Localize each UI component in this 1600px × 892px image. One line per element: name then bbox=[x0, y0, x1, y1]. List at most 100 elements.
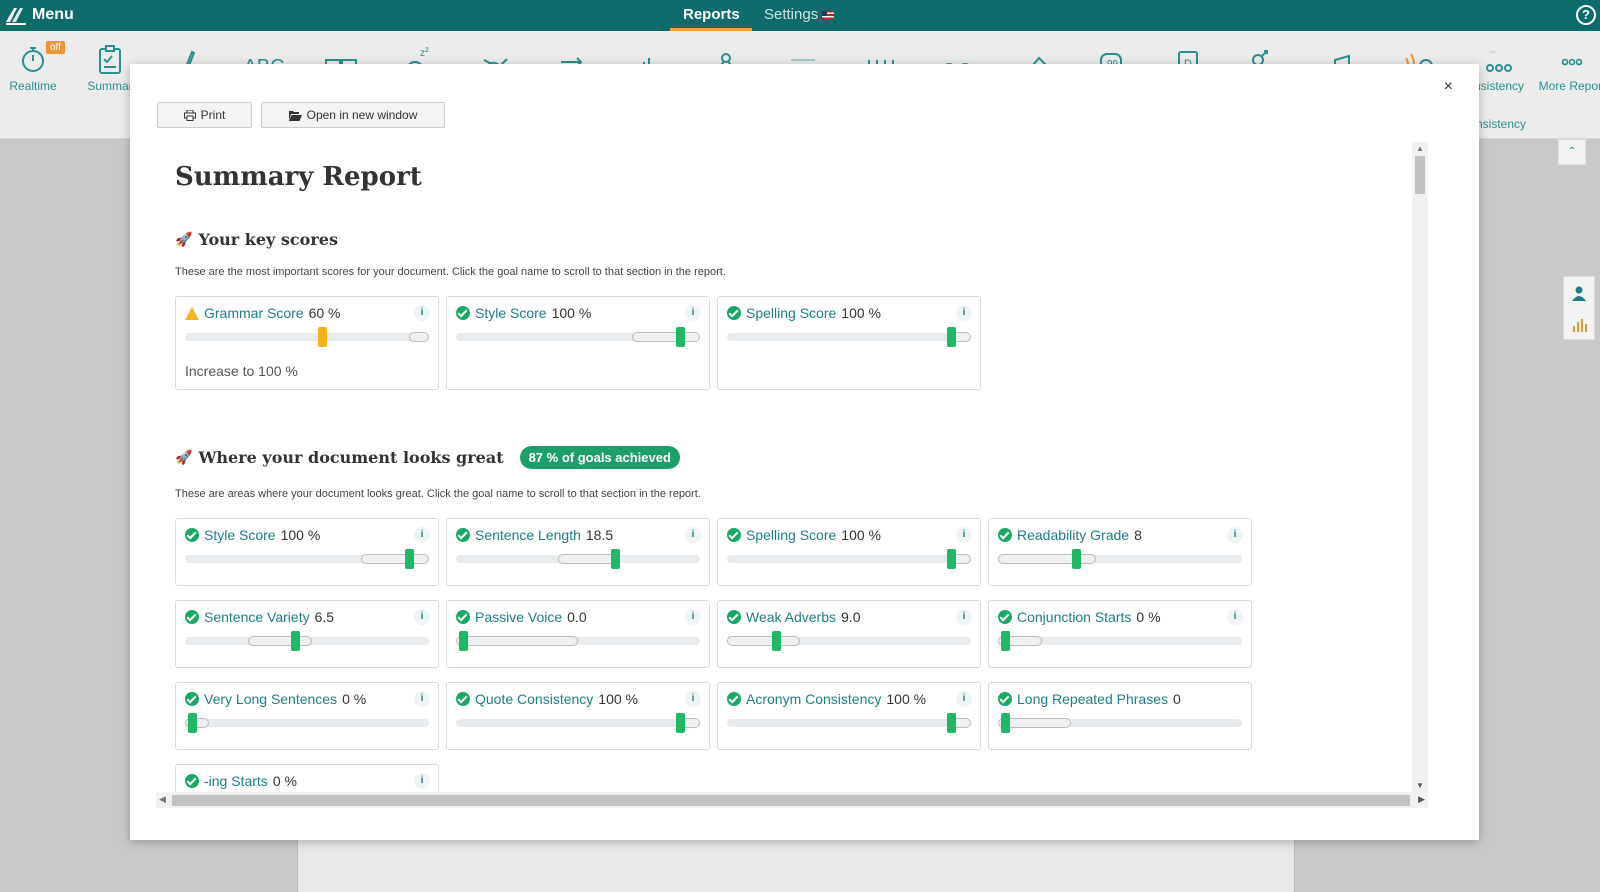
goal-card[interactable]: Sentence Variety 6.5 i bbox=[175, 600, 439, 668]
scroll-up-arrow-icon[interactable]: ▲ bbox=[1416, 144, 1424, 153]
goal-value: 100 % bbox=[841, 527, 881, 543]
horizontal-scroll-thumb[interactable] bbox=[172, 795, 1410, 806]
goal-name-link[interactable]: -ing Starts bbox=[204, 773, 268, 789]
goal-name-link[interactable]: Readability Grade bbox=[1017, 527, 1129, 543]
goal-target-range bbox=[409, 332, 429, 342]
goal-card[interactable]: Readability Grade 8 i bbox=[988, 518, 1252, 586]
goal-card[interactable]: Sentence Length 18.5 i bbox=[446, 518, 710, 586]
goal-card[interactable]: Conjunction Starts 0 % i bbox=[988, 600, 1252, 668]
goal-card[interactable]: Acronym Consistency 100 % i bbox=[717, 682, 981, 750]
scroll-right-arrow-icon[interactable]: ▶ bbox=[1418, 794, 1425, 805]
goal-value: 100 % bbox=[280, 527, 321, 543]
info-icon[interactable]: i bbox=[414, 305, 430, 321]
goal-slider-track bbox=[998, 549, 1242, 569]
goal-value: 0 % bbox=[1136, 609, 1161, 625]
open-in-new-window-button[interactable]: Open in new window bbox=[261, 102, 445, 128]
goal-slider-track bbox=[185, 713, 429, 733]
goal-card[interactable]: Spelling Score 100 % i bbox=[717, 518, 981, 586]
app-logo-icon[interactable] bbox=[4, 4, 28, 26]
info-icon[interactable]: i bbox=[1227, 609, 1243, 625]
info-icon[interactable]: i bbox=[685, 691, 701, 707]
goal-slider-knob bbox=[947, 549, 957, 569]
goal-slider-track bbox=[998, 713, 1242, 733]
print-button[interactable]: Print bbox=[157, 102, 252, 128]
info-icon[interactable]: i bbox=[685, 609, 701, 625]
goal-card[interactable]: Style Score 100 % i bbox=[175, 518, 439, 586]
goal-name-link[interactable]: Sentence Variety bbox=[204, 609, 310, 625]
info-icon[interactable]: i bbox=[414, 609, 430, 625]
info-icon[interactable]: i bbox=[685, 527, 701, 543]
chevron-up-icon: ˆ bbox=[1569, 144, 1575, 160]
goal-name-link[interactable]: Weak Adverbs bbox=[746, 609, 836, 625]
side-panel-stats-button[interactable] bbox=[1564, 308, 1594, 339]
goal-name-link[interactable]: Long Repeated Phrases bbox=[1017, 691, 1168, 707]
goal-slider-knob bbox=[947, 327, 957, 347]
toolbar-item-realtime[interactable]: off Realtime bbox=[0, 41, 68, 93]
info-icon[interactable]: i bbox=[414, 691, 430, 707]
menu-button[interactable]: Menu bbox=[32, 6, 74, 24]
info-icon[interactable]: i bbox=[414, 527, 430, 543]
check-circle-icon bbox=[456, 528, 470, 542]
goal-value: 100 % bbox=[551, 305, 592, 321]
goal-name-link[interactable]: Very Long Sentences bbox=[204, 691, 337, 707]
goal-name-link[interactable]: Grammar Score bbox=[204, 305, 304, 321]
top-bar: Menu Reports Settings ? bbox=[0, 0, 1600, 31]
check-circle-icon bbox=[727, 306, 741, 320]
goal-value: 60 % bbox=[308, 305, 341, 321]
vertical-scrollbar[interactable]: ▲ ▼ bbox=[1412, 142, 1428, 792]
info-icon[interactable]: i bbox=[685, 305, 701, 321]
vertical-scroll-thumb[interactable] bbox=[1415, 156, 1425, 194]
goal-card[interactable]: Spelling Score 100 % i bbox=[717, 296, 981, 390]
goal-target-range bbox=[727, 636, 801, 646]
info-icon[interactable]: i bbox=[956, 609, 972, 625]
goal-card[interactable]: Very Long Sentences 0 % i bbox=[175, 682, 439, 750]
goal-card[interactable]: Long Repeated Phrases 0 bbox=[988, 682, 1252, 750]
tab-settings[interactable]: Settings bbox=[764, 6, 835, 23]
info-icon[interactable]: i bbox=[956, 305, 972, 321]
goal-card-header: Style Score 100 % bbox=[185, 527, 320, 543]
svg-text:z: z bbox=[425, 45, 429, 54]
goal-slider-track bbox=[456, 631, 700, 651]
goal-card-header: Conjunction Starts 0 % bbox=[998, 609, 1161, 625]
goal-card[interactable]: Passive Voice 0.0 i bbox=[446, 600, 710, 668]
check-circle-icon bbox=[456, 692, 470, 706]
realtime-off-badge: off bbox=[46, 41, 65, 54]
goal-name-link[interactable]: Spelling Score bbox=[746, 527, 836, 543]
scroll-left-arrow-icon[interactable]: ◀ bbox=[159, 794, 166, 805]
tab-reports[interactable]: Reports bbox=[683, 6, 740, 23]
report-content[interactable]: Summary Report 🚀 Your key scores These a… bbox=[170, 142, 1452, 806]
goal-name-link[interactable]: Style Score bbox=[475, 305, 547, 321]
horizontal-scrollbar[interactable]: ◀ ▶ bbox=[156, 792, 1428, 808]
goal-card[interactable]: Style Score 100 % i bbox=[446, 296, 710, 390]
goal-name-link[interactable]: Conjunction Starts bbox=[1017, 609, 1131, 625]
info-icon[interactable]: i bbox=[956, 691, 972, 707]
goal-name-link[interactable]: Passive Voice bbox=[475, 609, 562, 625]
side-panel-user-button[interactable] bbox=[1564, 277, 1594, 308]
scroll-down-arrow-icon[interactable]: ▼ bbox=[1416, 781, 1424, 790]
collapse-toolbar-button[interactable]: ˆ bbox=[1558, 139, 1586, 165]
goal-card[interactable]: Weak Adverbs 9.0 i bbox=[717, 600, 981, 668]
goal-name-link[interactable]: Acronym Consistency bbox=[746, 691, 881, 707]
goal-name-link[interactable]: Spelling Score bbox=[746, 305, 836, 321]
goal-slider-knob bbox=[188, 713, 198, 733]
help-icon[interactable]: ? bbox=[1576, 5, 1596, 25]
goal-name-link[interactable]: Style Score bbox=[204, 527, 276, 543]
consistency-icon: “” bbox=[1486, 50, 1512, 72]
info-icon[interactable]: i bbox=[1227, 527, 1243, 543]
goal-slider-track bbox=[727, 631, 971, 651]
goal-card[interactable]: Quote Consistency 100 % i bbox=[446, 682, 710, 750]
goal-name-link[interactable]: Sentence Length bbox=[475, 527, 581, 543]
info-icon[interactable]: i bbox=[414, 773, 430, 789]
key-scores-description: These are the most important scores for … bbox=[175, 266, 726, 278]
close-icon[interactable]: × bbox=[1444, 78, 1453, 96]
goal-card-header: Long Repeated Phrases 0 bbox=[998, 691, 1181, 707]
goal-card-header: Spelling Score 100 % bbox=[727, 305, 881, 321]
clipboard-icon bbox=[99, 45, 121, 74]
goal-slider-track bbox=[456, 713, 700, 733]
tab-settings-label: Settings bbox=[764, 6, 819, 23]
info-icon[interactable]: i bbox=[956, 527, 972, 543]
toolbar-item-more-reports[interactable]: More Report bbox=[1537, 41, 1600, 93]
check-circle-icon bbox=[727, 610, 741, 624]
goal-card[interactable]: Grammar Score 60 % i Increase to 100 % bbox=[175, 296, 439, 390]
goal-name-link[interactable]: Quote Consistency bbox=[475, 691, 593, 707]
